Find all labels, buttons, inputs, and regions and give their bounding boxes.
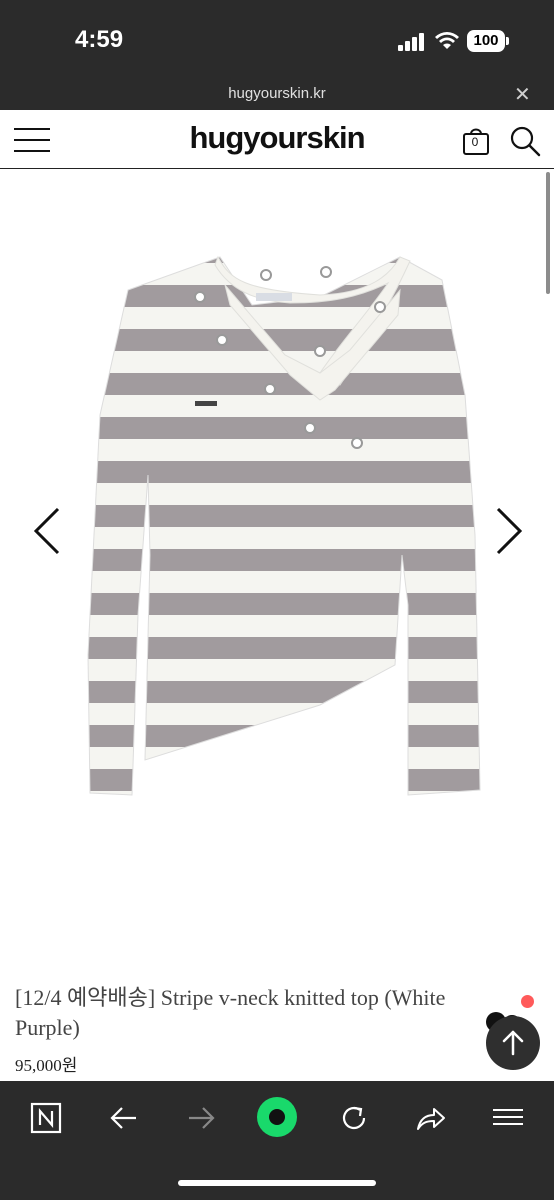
home-indicator[interactable] [178, 1180, 376, 1186]
cellular-signal-icon [398, 33, 426, 51]
url-bar[interactable]: hugyourskin.kr ✕ [0, 80, 554, 110]
product-image[interactable] [70, 235, 484, 805]
sweater-body [88, 257, 480, 795]
chevron-left-icon[interactable] [30, 505, 66, 557]
wifi-icon [435, 32, 459, 49]
notification-dot [520, 994, 535, 1009]
naver-n-icon[interactable] [30, 1101, 62, 1135]
forward-arrow-icon[interactable] [185, 1101, 217, 1135]
battery-indicator: 100 [467, 30, 505, 52]
arrow-up-icon [502, 1030, 524, 1056]
chest-tag [195, 401, 217, 406]
close-icon[interactable]: ✕ [514, 82, 531, 106]
url-text[interactable]: hugyourskin.kr [0, 85, 554, 102]
search-icon[interactable] [509, 125, 541, 157]
battery-tip [506, 37, 509, 45]
chevron-right-icon[interactable] [490, 505, 526, 557]
product-title: [12/4 예약배송] Stripe v-neck knitted top (W… [15, 985, 446, 1040]
back-arrow-icon[interactable] [108, 1101, 140, 1135]
cart-count: 0 [471, 135, 479, 149]
refresh-icon[interactable] [338, 1101, 370, 1135]
share-icon[interactable] [414, 1101, 448, 1135]
product-price: 95,000원 [15, 1056, 78, 1075]
site-header: hugyourskin 0 [0, 110, 554, 169]
green-circle-icon[interactable] [256, 1096, 298, 1138]
cart-icon[interactable]: 0 [462, 126, 490, 156]
status-bar: 4:59 100 [0, 0, 554, 80]
brand-label [256, 293, 292, 301]
scroll-to-top-button[interactable] [486, 1016, 540, 1070]
page-scrollbar[interactable] [546, 172, 550, 294]
status-time: 4:59 [75, 26, 124, 53]
hamburger-icon[interactable] [493, 1109, 523, 1125]
